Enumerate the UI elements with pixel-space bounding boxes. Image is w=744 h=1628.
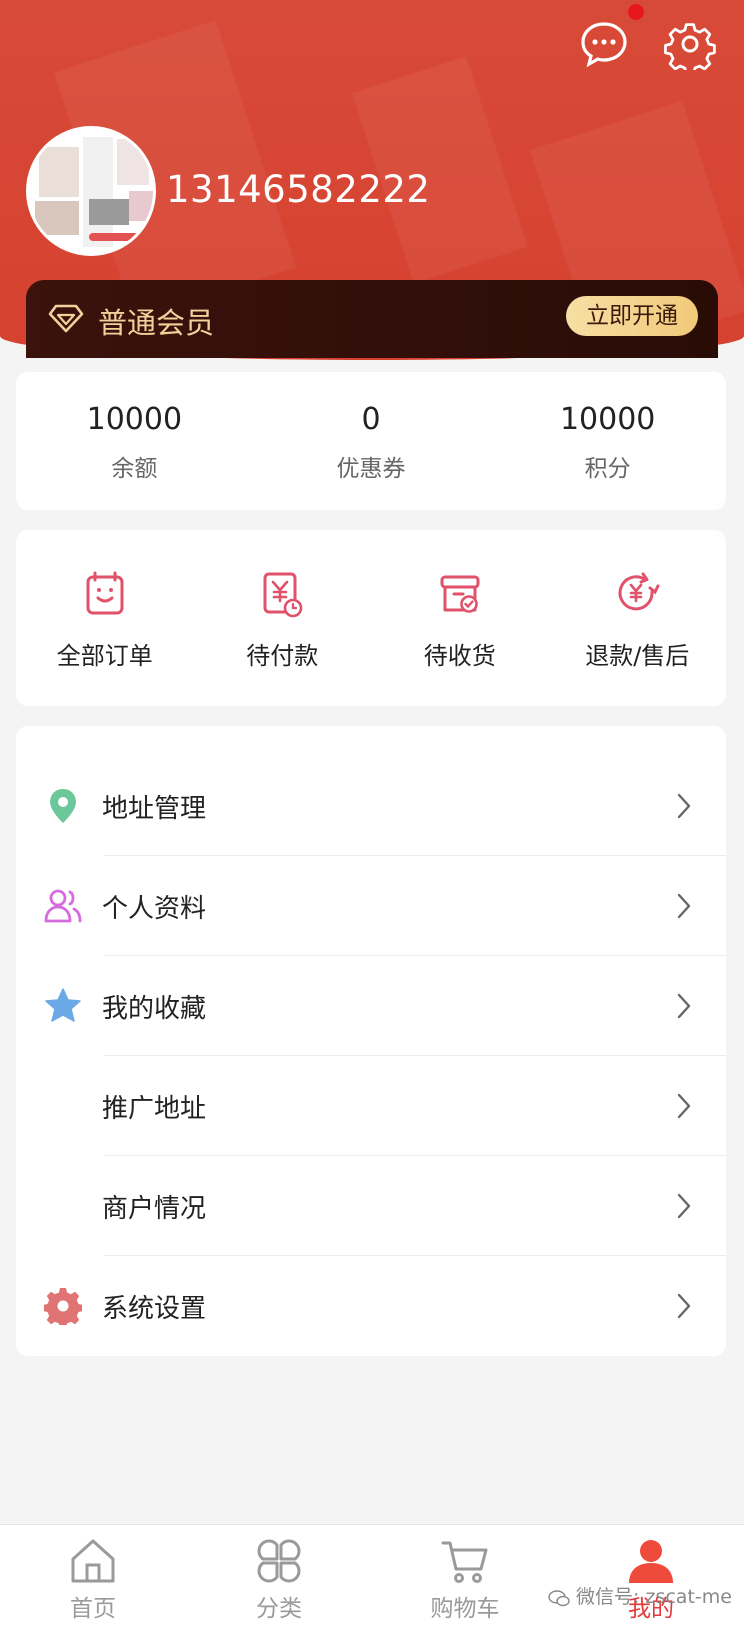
notification-dot	[628, 4, 644, 20]
menu-item-label: 个人资料	[102, 894, 207, 924]
phone-number: 13146582222	[166, 168, 431, 211]
wechat-icon	[548, 1589, 570, 1606]
avatar[interactable]	[26, 126, 156, 256]
order-all[interactable]: 全部订单	[16, 530, 194, 706]
message-icon[interactable]	[578, 18, 630, 70]
chevron-right-icon	[677, 993, 691, 1019]
order-shortcuts: 全部订单 待付款 待收货 退款/售后	[16, 530, 726, 706]
account-stats: 10000 余额 0 优惠券 10000 积分	[16, 372, 726, 510]
menu-item-label: 我的收藏	[102, 994, 207, 1024]
chevron-right-icon	[677, 793, 691, 819]
order-pending-payment[interactable]: 待付款	[194, 530, 372, 706]
stat-balance[interactable]: 10000 余额	[16, 372, 253, 510]
menu-item-label: 地址管理	[102, 794, 207, 824]
stat-value: 10000	[86, 402, 183, 437]
menu-item-system-settings[interactable]: 系统设置	[16, 1256, 726, 1356]
menu-item-label: 商户情况	[102, 1194, 207, 1224]
tab-category[interactable]: 分类	[186, 1525, 372, 1628]
tab-label: 分类	[256, 1596, 302, 1622]
all-orders-icon	[86, 571, 124, 615]
menu-item-promotion[interactable]: 推广地址	[16, 1056, 726, 1156]
tab-home[interactable]: 首页	[0, 1525, 186, 1628]
cart-icon	[441, 1541, 488, 1583]
chevron-right-icon	[677, 1093, 691, 1119]
stat-label: 积分	[584, 456, 631, 482]
menu-item-favorites[interactable]: 我的收藏	[16, 956, 726, 1056]
order-label: 待付款	[246, 642, 319, 670]
category-icon	[257, 1539, 301, 1583]
pending-payment-icon	[263, 572, 303, 618]
open-membership-button[interactable]: 立即开通	[566, 296, 698, 336]
stat-value: 0	[361, 402, 381, 437]
tab-cart[interactable]: 购物车	[372, 1525, 558, 1628]
order-label: 退款/售后	[585, 642, 690, 670]
stat-value: 10000	[559, 402, 656, 437]
order-label: 全部订单	[56, 642, 153, 670]
user-icon	[629, 1540, 673, 1583]
refund-icon	[618, 572, 660, 611]
watermark: 微信号: zscat-me	[548, 1582, 732, 1609]
tab-label: 购物车	[430, 1596, 500, 1622]
stat-points[interactable]: 10000 积分	[489, 372, 726, 510]
settings-menu: 地址管理 个人资料 我的收藏 推广地址 商户情况 系统设置	[16, 726, 726, 1356]
tab-label: 首页	[70, 1596, 116, 1622]
diamond-icon	[48, 304, 84, 333]
menu-item-label: 推广地址	[102, 1094, 207, 1124]
membership-banner[interactable]: 普通会员 立即开通	[26, 280, 718, 358]
menu-item-label: 系统设置	[102, 1294, 207, 1324]
chevron-right-icon	[677, 1193, 691, 1219]
order-pending-receipt[interactable]: 待收货	[371, 530, 549, 706]
chevron-right-icon	[677, 1293, 691, 1319]
settings-icon[interactable]	[664, 18, 716, 70]
user-profile-icon	[44, 889, 82, 923]
star-icon	[45, 988, 81, 1022]
menu-item-profile[interactable]: 个人资料	[16, 856, 726, 956]
stat-label: 余额	[111, 456, 158, 482]
menu-item-merchant[interactable]: 商户情况	[16, 1156, 726, 1256]
menu-item-address[interactable]: 地址管理	[16, 756, 726, 856]
bottom-tab-bar: 首页 分类 购物车 我的	[0, 1524, 744, 1628]
stat-label: 优惠券	[336, 456, 406, 482]
stat-coupons[interactable]: 0 优惠券	[253, 372, 490, 510]
order-label: 待收货	[423, 642, 496, 670]
watermark-text: 微信号: zscat-me	[576, 1586, 732, 1608]
membership-level: 普通会员	[98, 306, 215, 340]
location-icon	[50, 789, 76, 823]
settings-gear-icon	[44, 1288, 82, 1325]
order-refund[interactable]: 退款/售后	[549, 530, 727, 706]
tab-profile[interactable]: 我的	[558, 1525, 744, 1628]
pending-receipt-icon	[440, 575, 480, 613]
chevron-right-icon	[677, 893, 691, 919]
home-icon	[71, 1539, 115, 1583]
